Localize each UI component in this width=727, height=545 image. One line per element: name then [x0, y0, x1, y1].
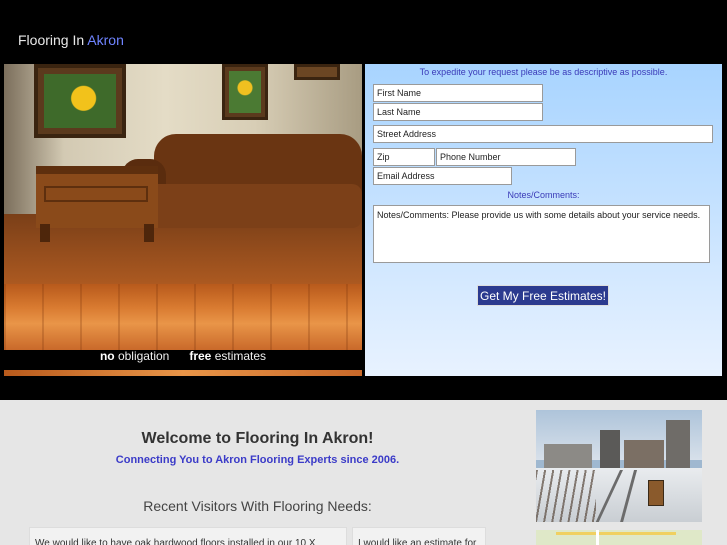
- tagline-no: no: [99, 349, 115, 363]
- form-intro: To expedite your request please be as de…: [419, 67, 668, 77]
- welcome-section: Welcome to Flooring In Akron! Connecting…: [0, 400, 727, 545]
- recent-visitors-heading: Recent Visitors With Flooring Needs:: [143, 498, 372, 514]
- map-thumbnail[interactable]: [536, 530, 702, 545]
- site-title-part1: Flooring In: [18, 32, 85, 48]
- hero-tagline: no obligation free estimates: [4, 349, 362, 363]
- hero-photo: [4, 64, 362, 376]
- tagline-estimates: estimates: [214, 349, 267, 363]
- site-title-part2: Akron: [87, 32, 124, 48]
- page: Flooring In Akron no obligation free est…: [0, 0, 727, 545]
- last-name-field[interactable]: Last Name: [373, 103, 543, 121]
- notes-textarea[interactable]: Notes/Comments: Please provide us with s…: [373, 205, 710, 263]
- framed-picture-top: [294, 64, 340, 80]
- tagline-obligation: obligation: [117, 349, 170, 363]
- train: [648, 480, 664, 506]
- visitor-card: I would like an estimate for: [352, 527, 486, 545]
- welcome-title: Welcome to Flooring In Akron!: [141, 430, 374, 447]
- tagline-free: free: [189, 349, 212, 363]
- framed-picture-left: [34, 64, 126, 138]
- estimate-form: To expedite your request please be as de…: [365, 64, 722, 376]
- first-name-field[interactable]: First Name: [373, 84, 543, 102]
- zip-field[interactable]: Zip: [373, 148, 435, 166]
- phone-field[interactable]: Phone Number: [436, 148, 576, 166]
- site-title[interactable]: Flooring In Akron: [18, 32, 124, 48]
- visitor-card: We would like to have oak hardwood floor…: [29, 527, 347, 545]
- notes-label: Notes/Comments:: [507, 190, 580, 200]
- framed-picture-right: [222, 64, 268, 120]
- email-field[interactable]: Email Address: [373, 167, 512, 185]
- coffee-table: [36, 166, 158, 228]
- akron-city-photo: [536, 410, 702, 522]
- get-estimates-button[interactable]: Get My Free Estimates!: [477, 285, 609, 306]
- welcome-subtitle: Connecting You to Akron Flooring Experts…: [115, 454, 400, 466]
- street-address-field[interactable]: Street Address: [373, 125, 713, 143]
